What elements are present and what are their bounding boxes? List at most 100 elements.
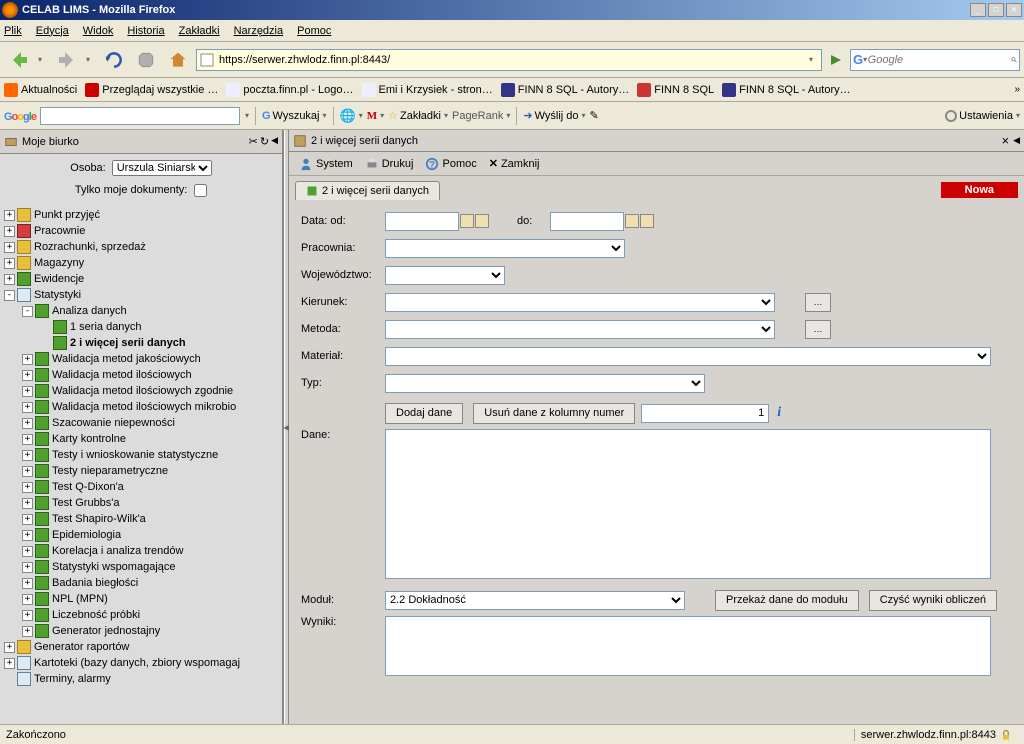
select-material[interactable]	[385, 347, 991, 366]
tree-item[interactable]: 1 seria danych	[0, 319, 282, 335]
tree-toggle[interactable]: +	[4, 642, 15, 653]
dodaj-button[interactable]: Dodaj dane	[385, 403, 463, 424]
tb-pomoc[interactable]: ?Pomoc	[421, 155, 480, 173]
pagerank[interactable]: PageRank▾	[452, 110, 510, 122]
menu-historia[interactable]: Historia	[127, 25, 164, 37]
stop-button[interactable]	[132, 46, 160, 74]
tree-item[interactable]: +Punkt przyjęć	[0, 207, 282, 223]
google-wyszukaj[interactable]: GWyszukaj▾	[262, 110, 327, 122]
docs-checkbox[interactable]	[194, 184, 207, 197]
tree-item[interactable]: +Test Grubbs'a	[0, 495, 282, 511]
tree-toggle[interactable]: -	[4, 290, 15, 301]
tree-toggle[interactable]: +	[22, 370, 33, 381]
clock-icon[interactable]	[460, 214, 474, 228]
tree-toggle[interactable]: +	[22, 434, 33, 445]
url-dropdown[interactable]: ▾	[809, 55, 819, 64]
sidebar-collapse-icon[interactable]: ◀	[271, 135, 278, 148]
forward-dropdown[interactable]: ▾	[86, 55, 96, 64]
bookmark-item[interactable]: FINN 8 SQL - Autory…	[501, 83, 629, 97]
google-sendto[interactable]: ➜Wyślij do▾	[523, 109, 585, 122]
tree-item[interactable]: 2 i więcej serii danych	[0, 335, 282, 351]
czysc-button[interactable]: Czyść wyniki obliczeń	[869, 590, 997, 611]
google-settings[interactable]: Ustawienia▾	[945, 110, 1020, 122]
google-search-input[interactable]	[40, 107, 240, 125]
google-bookmarks[interactable]: ☆Zakładki▾	[388, 109, 448, 122]
bookmark-item[interactable]: FINN 8 SQL - Autory…	[722, 83, 850, 97]
tree-toggle[interactable]: +	[22, 546, 33, 557]
tree-item[interactable]: +Szacowanie niepewności	[0, 415, 282, 431]
przekaz-button[interactable]: Przekaż dane do modułu	[715, 590, 859, 611]
tree-toggle[interactable]: +	[22, 386, 33, 397]
textarea-wyniki[interactable]	[385, 616, 991, 676]
google-search-dd[interactable]: ▾	[245, 111, 249, 120]
menu-plik[interactable]: Plik	[4, 25, 22, 37]
tab-active[interactable]: 2 i więcej serii danych	[295, 181, 440, 200]
tree-item[interactable]: +Rozrachunki, sprzedaż	[0, 239, 282, 255]
select-typ[interactable]	[385, 374, 705, 393]
menu-widok[interactable]: Widok	[83, 25, 114, 37]
gmail-icon[interactable]: M▾	[367, 110, 384, 122]
tree-item[interactable]: +Statystyki wspomagające	[0, 559, 282, 575]
tree-item[interactable]: -Statystyki	[0, 287, 282, 303]
bookmark-item[interactable]: FINN 8 SQL	[637, 83, 714, 97]
tree-toggle[interactable]: +	[22, 562, 33, 573]
clock-icon[interactable]	[625, 214, 639, 228]
menu-narzedzia[interactable]: Narzędzia	[234, 25, 284, 37]
minimize-button[interactable]: _	[970, 3, 986, 17]
menu-pomoc[interactable]: Pomoc	[297, 25, 331, 37]
tb-drukuj[interactable]: Drukuj	[361, 155, 418, 173]
tree-toggle[interactable]: +	[22, 610, 33, 621]
tree-toggle[interactable]: -	[22, 306, 33, 317]
tree-toggle[interactable]: +	[22, 402, 33, 413]
sidebar-refresh-icon[interactable]: ↻	[260, 135, 269, 148]
tree-item[interactable]: +Karty kontrolne	[0, 431, 282, 447]
restore-button[interactable]: ❐	[988, 3, 1004, 17]
tree-toggle[interactable]: +	[22, 418, 33, 429]
tree-item[interactable]: +Testy nieparametryczne	[0, 463, 282, 479]
calendar-icon[interactable]	[640, 214, 654, 228]
textarea-dane[interactable]	[385, 429, 991, 579]
tree-toggle[interactable]: +	[4, 210, 15, 221]
tree-item[interactable]: +Walidacja metod ilościowych	[0, 367, 282, 383]
input-data-do[interactable]	[550, 212, 624, 231]
sidebar-tool-icon[interactable]: ✂	[249, 135, 258, 148]
tree-toggle[interactable]: +	[22, 594, 33, 605]
tree-item[interactable]: +Walidacja metod ilościowych mikrobio	[0, 399, 282, 415]
tree-toggle[interactable]: +	[22, 578, 33, 589]
close-button[interactable]: ✕	[1006, 3, 1022, 17]
google-news-icon[interactable]: 🌐▾	[340, 108, 363, 124]
tree-item[interactable]: +Test Q-Dixon'a	[0, 479, 282, 495]
tree-item[interactable]: -Analiza danych	[0, 303, 282, 319]
back-button[interactable]	[4, 46, 34, 74]
select-modul[interactable]: 2.2 Dokładność	[385, 591, 685, 610]
select-pracownia[interactable]	[385, 239, 625, 258]
tree-toggle[interactable]: +	[4, 658, 15, 669]
tree-item[interactable]: +Test Shapiro-Wilk'a	[0, 511, 282, 527]
usun-button[interactable]: Usuń dane z kolumny numer	[473, 403, 635, 424]
bookmark-item[interactable]: Aktualności	[4, 83, 77, 97]
bookmark-item[interactable]: Przeglądaj wszystkie …	[85, 83, 218, 97]
tree-toggle[interactable]: +	[22, 450, 33, 461]
calendar-icon[interactable]	[475, 214, 489, 228]
tree-toggle[interactable]: +	[22, 514, 33, 525]
back-dropdown[interactable]: ▾	[38, 55, 48, 64]
tree-toggle[interactable]: +	[22, 498, 33, 509]
select-metoda[interactable]	[385, 320, 775, 339]
tree-item[interactable]: +Korelacja i analiza trendów	[0, 543, 282, 559]
menu-edycja[interactable]: Edycja	[36, 25, 69, 37]
tree-item[interactable]: +Ewidencje	[0, 271, 282, 287]
tree-toggle[interactable]: +	[22, 530, 33, 541]
search-box[interactable]: G▾	[850, 49, 1020, 71]
tree-item[interactable]: +Walidacja metod ilościowych zgodnie	[0, 383, 282, 399]
bookmark-item[interactable]: Emi i Krzysiek - stron…	[362, 83, 493, 97]
search-icon[interactable]	[1011, 53, 1017, 67]
input-kolumna-numer[interactable]	[641, 404, 769, 423]
tree-item[interactable]: +Epidemiologia	[0, 527, 282, 543]
metoda-browse-button[interactable]: …	[805, 320, 831, 339]
reload-button[interactable]	[100, 46, 128, 74]
go-button[interactable]	[826, 50, 846, 70]
tree-toggle[interactable]: +	[4, 274, 15, 285]
tree-toggle[interactable]: +	[4, 242, 15, 253]
tree-item[interactable]: +Magazyny	[0, 255, 282, 271]
tree-item[interactable]: Terminy, alarmy	[0, 671, 282, 687]
